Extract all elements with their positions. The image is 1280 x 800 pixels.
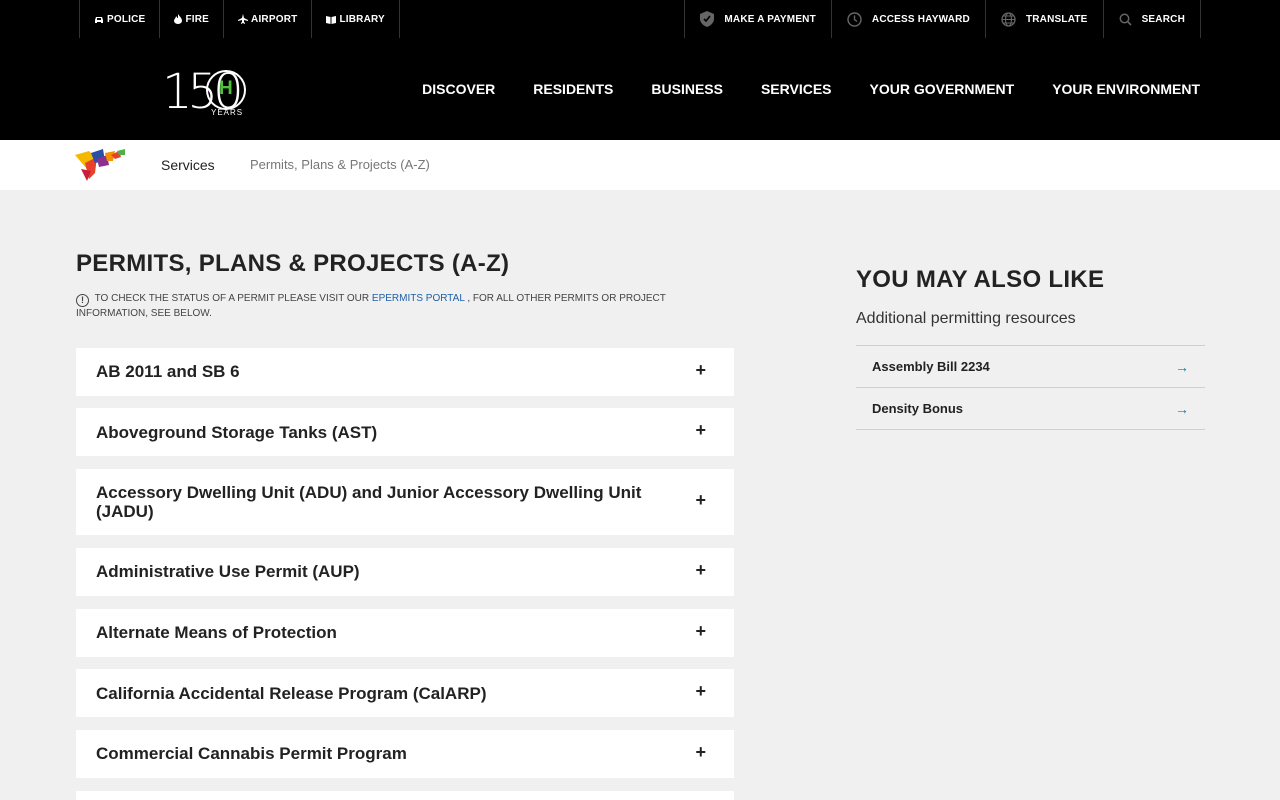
account-links: MAKE A PAYMENT ACCESS HAYWARD TRANSLATE …: [684, 0, 1201, 38]
accordion-label: Administrative Use Permit (AUP): [96, 562, 360, 581]
info-icon: !: [76, 294, 89, 307]
library-label: LIBRARY: [339, 13, 385, 25]
nav-services[interactable]: SERVICES: [761, 81, 832, 97]
related-link-label: Density Bonus: [872, 401, 964, 416]
translate-label: TRANSLATE: [1025, 13, 1088, 25]
logo-caption: YEARS: [211, 108, 244, 117]
page-title: PERMITS, PLANS & PROJECTS (A-Z): [76, 250, 510, 277]
logo-letter: H: [219, 78, 233, 99]
accordion-item-alternate-means[interactable]: Alternate Means of Protection +: [76, 609, 734, 657]
accordion-label: AB 2011 and SB 6: [96, 362, 240, 381]
city-emblem-icon[interactable]: [75, 149, 127, 183]
nav-business[interactable]: BUSINESS: [651, 81, 723, 97]
make-payment-label: MAKE A PAYMENT: [724, 13, 816, 25]
nav-discover[interactable]: DISCOVER: [422, 81, 495, 97]
plus-icon: +: [695, 560, 706, 580]
plus-icon: +: [695, 742, 706, 762]
plus-icon: +: [695, 360, 706, 380]
plus-icon: +: [695, 490, 706, 510]
nav-your-environment[interactable]: YOUR ENVIRONMENT: [1052, 81, 1200, 97]
plus-icon: +: [695, 681, 706, 701]
related-links-list: Assembly Bill 2234 → Density Bonus →: [856, 345, 1205, 430]
arrow-right-icon: →: [1175, 400, 1189, 417]
accordion-item-aboveground-storage[interactable]: Aboveground Storage Tanks (AST) +: [76, 408, 734, 456]
sidebar-subtitle: Additional permitting resources: [856, 310, 1076, 327]
accordion-item-ab-2011[interactable]: AB 2011 and SB 6 +: [76, 348, 734, 396]
related-link-label: Assembly Bill 2234: [872, 359, 990, 374]
accordion-label: Commercial Cannabis Permit Program: [96, 744, 407, 763]
related-link-density-bonus[interactable]: Density Bonus →: [856, 388, 1205, 430]
accordion-item-aup[interactable]: Administrative Use Permit (AUP) +: [76, 548, 734, 596]
clock-icon: [847, 11, 862, 27]
book-icon: [326, 15, 337, 24]
accordion-label: Accessory Dwelling Unit (ADU) and Junior…: [96, 483, 642, 521]
plus-icon: +: [695, 621, 706, 641]
fire-label: FIRE: [185, 13, 210, 25]
airplane-icon: [238, 14, 249, 24]
breadcrumb-services[interactable]: Services: [161, 157, 215, 173]
accordion-label: Aboveground Storage Tanks (AST): [96, 423, 378, 442]
accordion-item-adu-jadu[interactable]: Accessory Dwelling Unit (ADU) and Junior…: [76, 469, 734, 535]
accordion-label: California Accidental Release Program (C…: [96, 684, 487, 703]
plus-icon: +: [695, 420, 706, 440]
nav-your-government[interactable]: YOUR GOVERNMENT: [870, 81, 1015, 97]
utility-bar: POLICE FIRE AIRPORT LIBRARY MAKE A PAYME…: [0, 0, 1280, 38]
related-link-assembly-bill-2234[interactable]: Assembly Bill 2234 →: [856, 346, 1205, 388]
breadcrumb: Services Permits, Plans & Projects (A-Z): [0, 140, 1280, 190]
accordion-item-cannabis[interactable]: Commercial Cannabis Permit Program +: [76, 730, 734, 778]
search-link[interactable]: SEARCH: [1104, 0, 1201, 38]
search-icon: [1119, 13, 1132, 26]
shield-check-icon: [700, 11, 715, 27]
notice-text-before: To check the status of a permit please v…: [94, 293, 370, 304]
police-link[interactable]: POLICE: [80, 0, 161, 38]
access-hayward-link[interactable]: ACCESS HAYWARD: [832, 0, 986, 38]
quick-links: POLICE FIRE AIRPORT LIBRARY: [79, 0, 400, 38]
globe-icon: [1001, 11, 1016, 27]
main-header: 150 H YEARS DISCOVER RESIDENTS BUSINESS …: [0, 38, 1280, 140]
city-150-logo[interactable]: 150 H YEARS: [162, 66, 252, 120]
permit-status-notice: ! To check the status of a permit please…: [76, 292, 736, 320]
accordion-item-partial[interactable]: [76, 791, 734, 800]
search-label: SEARCH: [1141, 13, 1185, 25]
arrow-right-icon: →: [1175, 358, 1189, 375]
nav-residents[interactable]: RESIDENTS: [533, 81, 613, 97]
breadcrumb-current: Permits, Plans & Projects (A-Z): [250, 157, 430, 172]
airport-link[interactable]: AIRPORT: [224, 0, 313, 38]
accordion-label: Alternate Means of Protection: [96, 623, 337, 642]
police-label: POLICE: [107, 13, 146, 25]
access-hayward-label: ACCESS HAYWARD: [871, 13, 970, 25]
epermits-portal-link[interactable]: ePermits Portal: [372, 293, 465, 304]
main-nav: DISCOVER RESIDENTS BUSINESS SERVICES YOU…: [384, 38, 1200, 140]
fire-link[interactable]: FIRE: [160, 0, 225, 38]
airport-label: AIRPORT: [251, 13, 298, 25]
flame-icon: [174, 14, 183, 24]
police-car-icon: [94, 15, 104, 24]
translate-link[interactable]: TRANSLATE: [986, 0, 1104, 38]
library-link[interactable]: LIBRARY: [312, 0, 400, 38]
make-payment-link[interactable]: MAKE A PAYMENT: [685, 0, 832, 38]
accordion-item-calarp[interactable]: California Accidental Release Program (C…: [76, 669, 734, 717]
sidebar-title: YOU MAY ALSO LIKE: [856, 266, 1105, 293]
